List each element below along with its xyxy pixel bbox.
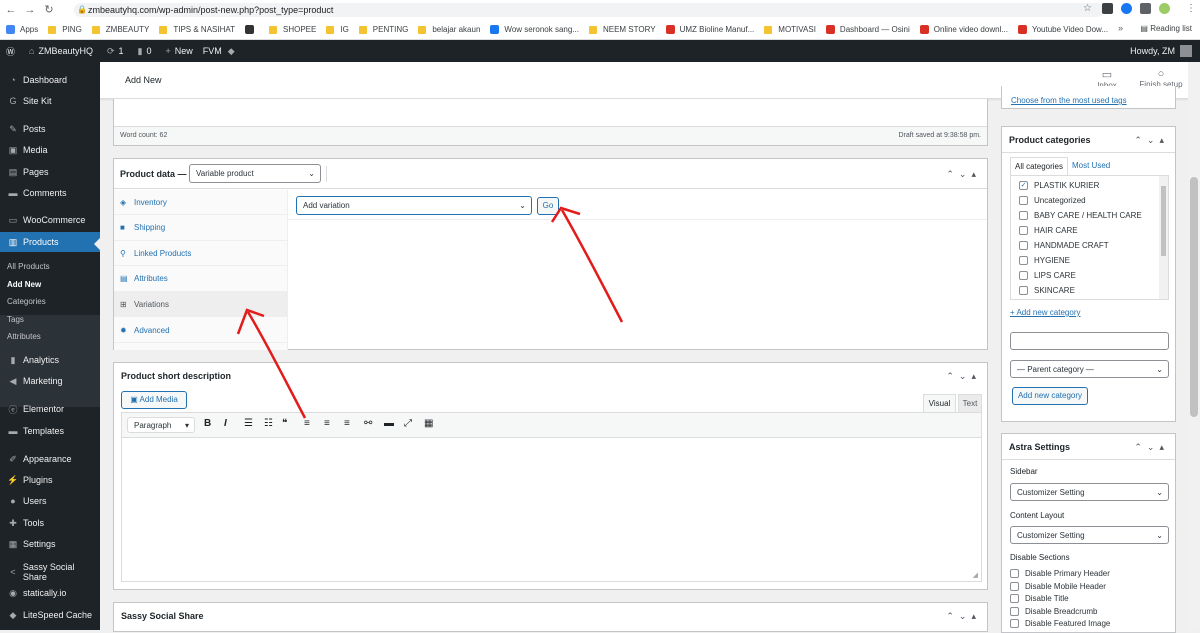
arrow-to-go-button (560, 209, 624, 323)
arrowhead-variations (236, 308, 265, 335)
arrow-to-variations-tab (246, 311, 307, 419)
annotation-arrows (236, 206, 624, 419)
